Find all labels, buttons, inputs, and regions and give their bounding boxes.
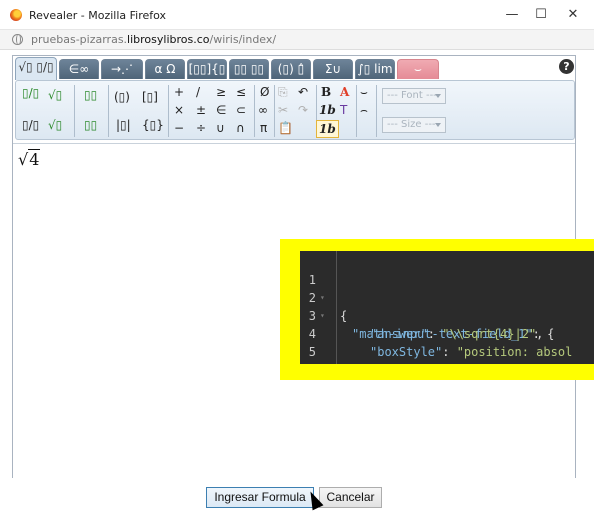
toolbar-separator bbox=[376, 85, 377, 137]
code-line: 5 } bbox=[300, 325, 594, 364]
slash-button[interactable]: / bbox=[196, 84, 200, 100]
line-number: 6 bbox=[300, 361, 316, 364]
toolbar-separator bbox=[108, 85, 109, 137]
toolbar-separator bbox=[74, 85, 75, 137]
code-text: } bbox=[352, 361, 359, 364]
braces-button[interactable]: {▯} bbox=[142, 117, 164, 133]
size-dropdown[interactable]: --- Size --- bbox=[382, 117, 446, 133]
minimize-button[interactable]: — bbox=[497, 4, 527, 26]
cut-icon[interactable]: ✂ bbox=[278, 102, 288, 118]
minus-button[interactable]: − bbox=[174, 120, 184, 136]
copy-icon[interactable]: ⎘ bbox=[278, 84, 288, 100]
fraction-button[interactable]: ▯/▯ bbox=[22, 85, 39, 101]
font-dropdown[interactable]: --- Font --- bbox=[382, 88, 446, 104]
union-button[interactable]: ∪ bbox=[216, 120, 225, 136]
plus-button[interactable]: + bbox=[174, 84, 184, 100]
empty-set-button[interactable]: Ø bbox=[260, 84, 269, 100]
square-root-button[interactable]: √▯ bbox=[48, 87, 62, 103]
subscript-button[interactable]: ▯▯ bbox=[84, 117, 97, 133]
subset-button[interactable]: ⊂ bbox=[236, 102, 246, 118]
text-color-button[interactable]: A bbox=[340, 84, 349, 100]
element-of-button[interactable]: ∈ bbox=[216, 102, 226, 118]
code-line: 1 ▾ { bbox=[300, 253, 594, 323]
greater-equal-button[interactable]: ≥ bbox=[216, 84, 226, 100]
rtl-icon[interactable]: ⌣ bbox=[360, 84, 368, 100]
maximize-button[interactable]: ☐ bbox=[526, 4, 556, 26]
italic-button[interactable]: 1b bbox=[319, 102, 336, 118]
editor-tabs: √▯ ▯/▯ ∈∞ →⋰ α Ω [▯▯]{▯ ▯▯ ▯▯ (▯) ▯̂ Σ∪ … bbox=[13, 56, 575, 80]
text-mode-button[interactable]: T bbox=[340, 102, 347, 118]
tab-big-operators[interactable]: Σ∪ bbox=[313, 59, 353, 79]
tab-symbols[interactable]: ∈∞ bbox=[59, 59, 99, 79]
globe-icon bbox=[12, 34, 23, 45]
radical-sign: √ bbox=[18, 150, 29, 169]
tab-arrows[interactable]: →⋰ bbox=[101, 59, 143, 79]
tab-scripts[interactable]: ▯▯ ▯▯ bbox=[229, 59, 269, 79]
brackets-button[interactable]: [▯] bbox=[142, 89, 158, 105]
times-button[interactable]: × bbox=[174, 102, 184, 118]
toolbar-separator bbox=[356, 85, 357, 137]
url-text: pruebas-pizarras.librosylibros.co/wiris/… bbox=[31, 33, 277, 46]
toolbar-separator bbox=[168, 85, 169, 137]
parentheses-button[interactable]: (▯) bbox=[114, 89, 130, 105]
submit-formula-button[interactable]: Ingresar Formula bbox=[206, 487, 314, 508]
window-title: Revealer - Mozilla Firefox bbox=[29, 9, 167, 22]
absolute-value-button[interactable]: |▯| bbox=[116, 117, 131, 133]
code-panel: 1 ▾ { 2 ▾ "math-input-text-field_1": { 3… bbox=[300, 251, 594, 364]
radicand: 4 bbox=[28, 149, 41, 169]
code-line: 2 ▾ "math-input-text-field_1": { bbox=[300, 271, 594, 341]
code-line: 6 } bbox=[300, 343, 594, 364]
infinity-button[interactable]: ∞ bbox=[258, 102, 268, 118]
tab-decorations[interactable]: (▯) ▯̂ bbox=[271, 59, 311, 79]
cancel-button[interactable]: Cancelar bbox=[319, 487, 382, 508]
toolbar-separator bbox=[274, 85, 275, 137]
tab-greek[interactable]: α Ω bbox=[145, 59, 185, 79]
tab-contextual[interactable]: ⌣ bbox=[397, 59, 439, 79]
tab-matrices[interactable]: [▯▯]{▯ bbox=[187, 59, 227, 79]
undo-icon[interactable]: ↶ bbox=[298, 84, 308, 100]
editor-toolbar: ▯/▯ √▯ ▯/▯ √▯ ▯▯ ▯▯ (▯) [▯] |▯| {▯} + / … bbox=[15, 80, 575, 140]
help-icon[interactable]: ? bbox=[559, 59, 574, 74]
url-bar[interactable]: pruebas-pizarras.librosylibros.co/wiris/… bbox=[0, 30, 594, 50]
math-mode-button[interactable]: 1b bbox=[316, 120, 339, 138]
paste-icon[interactable]: 📋 bbox=[278, 120, 293, 136]
bold-button[interactable]: B bbox=[321, 84, 331, 100]
window-titlebar: Revealer - Mozilla Firefox — ☐ ✕ bbox=[0, 0, 594, 30]
tab-general[interactable]: √▯ ▯/▯ bbox=[15, 57, 57, 80]
ltr-icon[interactable]: ⌢ bbox=[360, 102, 368, 118]
bevelled-fraction-button[interactable]: ▯/▯ bbox=[22, 117, 39, 133]
redo-icon[interactable]: ↷ bbox=[298, 102, 308, 118]
code-overlay: 1 ▾ { 2 ▾ "math-input-text-field_1": { 3… bbox=[280, 239, 594, 380]
superscript-button[interactable]: ▯▯ bbox=[84, 87, 97, 103]
intersection-button[interactable]: ∩ bbox=[236, 120, 245, 136]
pi-button[interactable]: π bbox=[260, 120, 267, 136]
code-line: 4 "boxStyle": "position: absol bbox=[300, 307, 594, 359]
close-button[interactable]: ✕ bbox=[558, 4, 588, 26]
divide-button[interactable]: ÷ bbox=[196, 120, 206, 136]
tab-calculus[interactable]: ∫▯ lim bbox=[355, 59, 395, 79]
firefox-icon bbox=[10, 9, 22, 21]
plus-minus-button[interactable]: ± bbox=[196, 102, 206, 118]
less-equal-button[interactable]: ≤ bbox=[236, 84, 246, 100]
code-line: 3 "answer": "\\sqrt{4}|2", bbox=[300, 289, 594, 341]
formula-expression: √4 bbox=[18, 149, 41, 169]
toolbar-separator bbox=[254, 85, 255, 137]
root-button[interactable]: √▯ bbox=[48, 117, 62, 133]
